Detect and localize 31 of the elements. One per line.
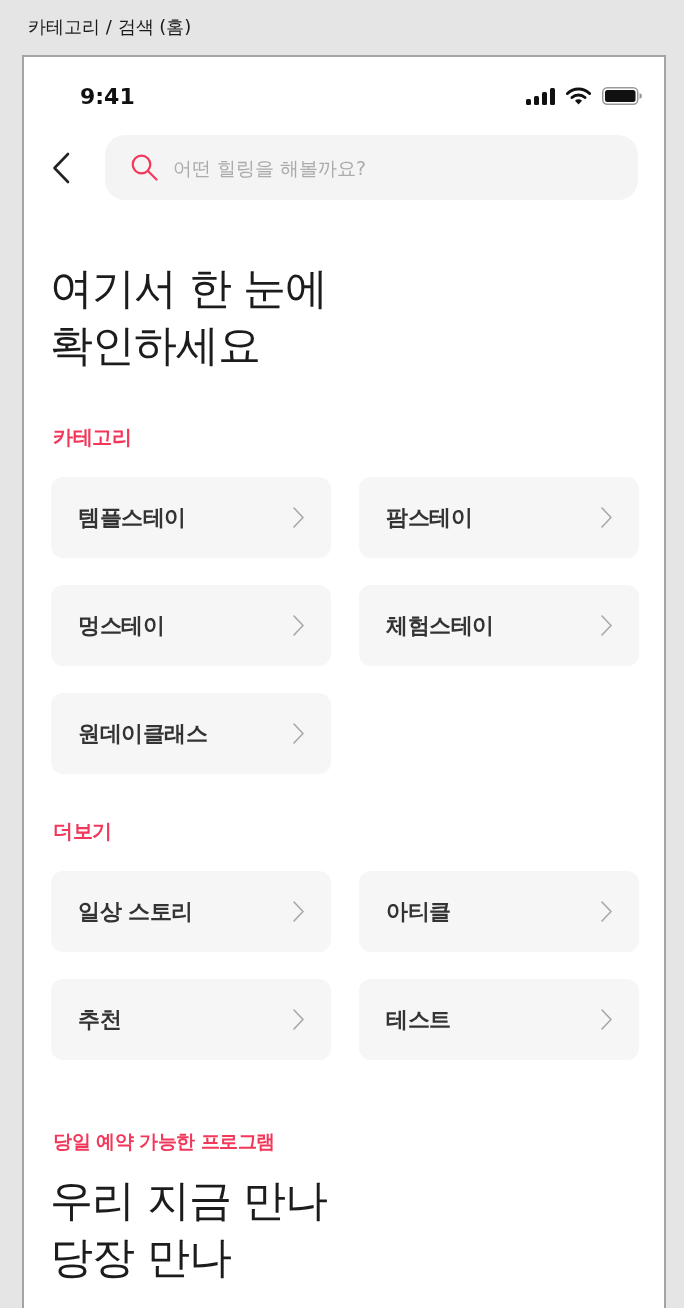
chevron-right-icon [293, 507, 304, 528]
back-chevron-icon [52, 151, 70, 184]
section-label: 더보기 [52, 818, 113, 844]
category-card[interactable]: 멍스테이 [51, 585, 331, 666]
search-icon [131, 154, 158, 181]
chevron-right-icon [601, 1009, 612, 1030]
status-time: 9:41 [80, 83, 135, 109]
category-card[interactable]: 추천 [51, 979, 331, 1060]
category-card[interactable]: 체험스테이 [359, 585, 639, 666]
promo-headline: 우리 지금 만나 당장 만나 [50, 1174, 329, 1284]
chevron-right-icon [293, 615, 304, 636]
category-card[interactable]: 템플스테이 [51, 477, 331, 558]
chevron-right-icon [601, 507, 612, 528]
wifi-icon [566, 87, 591, 105]
search-field[interactable]: 어떤 힐링을 해볼까요? [105, 135, 638, 200]
chevron-right-icon [293, 1009, 304, 1030]
section-label: 당일 예약 가능한 프로그램 [52, 1129, 276, 1154]
headline: 여기서 한 눈에 확인하세요 [50, 262, 329, 372]
category-card[interactable]: 원데이클래스 [51, 693, 331, 774]
signal-icon [526, 87, 555, 105]
battery-icon [602, 87, 642, 105]
category-card[interactable]: 팜스테이 [359, 477, 639, 558]
section-label: 카테고리 [52, 424, 132, 450]
category-card[interactable]: 일상 스토리 [51, 871, 331, 952]
category-card[interactable]: 아티클 [359, 871, 639, 952]
page-title: 카테고리 / 검색 (홈) [27, 15, 193, 39]
chevron-right-icon [293, 723, 304, 744]
category-card[interactable]: 테스트 [359, 979, 639, 1060]
chevron-right-icon [293, 901, 304, 922]
chevron-right-icon [601, 615, 612, 636]
chevron-right-icon [601, 901, 612, 922]
